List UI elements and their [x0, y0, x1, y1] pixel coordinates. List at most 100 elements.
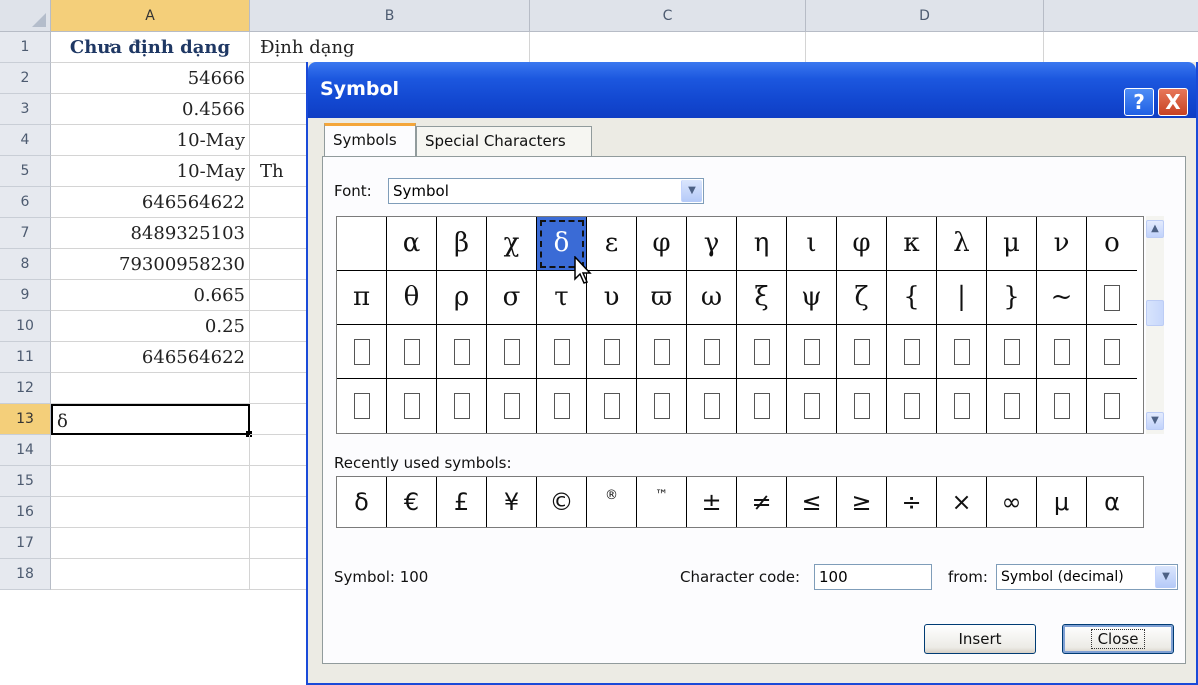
- font-dropdown[interactable]: Symbol ▼: [388, 178, 704, 204]
- recent-symbol-cell[interactable]: ®: [587, 477, 637, 527]
- row-number[interactable]: 9: [0, 280, 51, 311]
- recent-symbol-cell[interactable]: €: [387, 477, 437, 527]
- row-number[interactable]: 1: [0, 32, 51, 63]
- symbol-cell[interactable]: [1087, 379, 1137, 433]
- symbol-cell[interactable]: [887, 379, 937, 433]
- symbol-cell[interactable]: [787, 379, 837, 433]
- row-number[interactable]: 11: [0, 342, 51, 373]
- row-number[interactable]: 18: [0, 559, 51, 590]
- symbol-cell[interactable]: ω: [687, 271, 737, 325]
- column-header-e[interactable]: [1044, 0, 1198, 32]
- symbol-cell[interactable]: μ: [987, 217, 1037, 271]
- symbol-cell[interactable]: φ: [837, 217, 887, 271]
- symbol-cell[interactable]: [937, 379, 987, 433]
- symbol-cell[interactable]: [737, 325, 787, 379]
- cell-a[interactable]: [51, 497, 250, 528]
- row-number[interactable]: 5: [0, 156, 51, 187]
- select-all-corner[interactable]: [0, 0, 51, 32]
- symbol-cell[interactable]: [487, 379, 537, 433]
- symbol-cell[interactable]: [337, 325, 387, 379]
- from-dropdown[interactable]: Symbol (decimal) ▼: [996, 564, 1178, 590]
- symbol-cell[interactable]: [837, 379, 887, 433]
- cell-a[interactable]: [51, 559, 250, 590]
- symbol-cell[interactable]: ψ: [787, 271, 837, 325]
- symbol-cell[interactable]: [437, 325, 487, 379]
- symbol-cell[interactable]: |: [937, 271, 987, 325]
- insert-button[interactable]: Insert: [924, 624, 1036, 654]
- symbol-cell[interactable]: [987, 379, 1037, 433]
- symbol-cell[interactable]: [387, 379, 437, 433]
- symbol-cell[interactable]: [787, 325, 837, 379]
- column-header-d[interactable]: D: [806, 0, 1044, 32]
- column-header-a[interactable]: A: [51, 0, 250, 32]
- symbol-cell[interactable]: [537, 379, 587, 433]
- row-number[interactable]: 14: [0, 435, 51, 466]
- cell-a[interactable]: 10-May: [51, 125, 250, 156]
- symbol-cell[interactable]: [1037, 379, 1087, 433]
- chevron-down-icon[interactable]: ▼: [1155, 566, 1176, 588]
- character-code-input[interactable]: 100: [814, 564, 932, 590]
- column-header-c[interactable]: C: [530, 0, 806, 32]
- cell-b[interactable]: Định dạng: [250, 32, 530, 63]
- symbol-cell[interactable]: [437, 379, 487, 433]
- recent-symbol-cell[interactable]: ÷: [887, 477, 937, 527]
- symbol-cell[interactable]: α: [387, 217, 437, 271]
- symbol-cell[interactable]: λ: [937, 217, 987, 271]
- symbol-cell[interactable]: ι: [787, 217, 837, 271]
- cell-d[interactable]: [806, 32, 1044, 63]
- symbol-cell[interactable]: [937, 325, 987, 379]
- tab-symbols[interactable]: Symbols: [324, 123, 416, 156]
- recent-symbol-cell[interactable]: ∞: [987, 477, 1037, 527]
- recent-symbol-cell[interactable]: δ: [337, 477, 387, 527]
- cell-a[interactable]: [51, 435, 250, 466]
- symbol-cell[interactable]: [987, 325, 1037, 379]
- symbol-cell[interactable]: [587, 325, 637, 379]
- recent-symbol-cell[interactable]: ©: [537, 477, 587, 527]
- symbol-cell[interactable]: [637, 325, 687, 379]
- column-header-b[interactable]: B: [250, 0, 530, 32]
- symbol-cell[interactable]: [687, 379, 737, 433]
- symbol-cell[interactable]: π: [337, 271, 387, 325]
- row-number[interactable]: 7: [0, 218, 51, 249]
- cell-e[interactable]: [1044, 32, 1198, 63]
- symbol-cell[interactable]: ν: [1037, 217, 1087, 271]
- symbol-cell[interactable]: θ: [387, 271, 437, 325]
- symbol-cell[interactable]: η: [737, 217, 787, 271]
- cell-a[interactable]: 0.4566: [51, 94, 250, 125]
- symbol-cell[interactable]: [887, 325, 937, 379]
- row-number[interactable]: 15: [0, 466, 51, 497]
- symbol-cell[interactable]: β: [437, 217, 487, 271]
- recent-symbol-cell[interactable]: ×: [937, 477, 987, 527]
- recent-symbol-cell[interactable]: ¥: [487, 477, 537, 527]
- symbol-grid-scrollbar[interactable]: ▲ ▼: [1146, 216, 1164, 434]
- cell-a[interactable]: 646564622: [51, 187, 250, 218]
- tab-special-characters[interactable]: Special Characters: [416, 126, 592, 156]
- symbol-cell[interactable]: [487, 325, 537, 379]
- chevron-down-icon[interactable]: ▼: [681, 180, 702, 202]
- symbol-cell[interactable]: }: [987, 271, 1037, 325]
- symbol-cell[interactable]: φ: [637, 217, 687, 271]
- symbol-cell[interactable]: ξ: [737, 271, 787, 325]
- row-number[interactable]: 4: [0, 125, 51, 156]
- cell-a[interactable]: [51, 528, 250, 559]
- recent-symbol-cell[interactable]: ±: [687, 477, 737, 527]
- recent-symbol-cell[interactable]: μ: [1037, 477, 1087, 527]
- symbol-cell[interactable]: ζ: [837, 271, 887, 325]
- cell-a[interactable]: Chưa định dạng: [51, 32, 250, 63]
- symbol-cell[interactable]: ο: [1087, 217, 1137, 271]
- symbol-cell[interactable]: [1087, 325, 1137, 379]
- row-number[interactable]: 6: [0, 187, 51, 218]
- row-number[interactable]: 8: [0, 249, 51, 280]
- symbol-cell[interactable]: [687, 325, 737, 379]
- cell-a[interactable]: 79300958230: [51, 249, 250, 280]
- scroll-thumb[interactable]: [1146, 300, 1164, 326]
- row-number[interactable]: 2: [0, 63, 51, 94]
- cell-a[interactable]: δ: [51, 404, 252, 437]
- symbol-cell[interactable]: [1087, 271, 1137, 325]
- symbol-cell[interactable]: γ: [687, 217, 737, 271]
- cell-a[interactable]: 646564622: [51, 342, 250, 373]
- symbol-cell[interactable]: υ: [587, 271, 637, 325]
- symbol-cell[interactable]: ϖ: [637, 271, 687, 325]
- row-number[interactable]: 10: [0, 311, 51, 342]
- cell-a[interactable]: 10-May: [51, 156, 250, 187]
